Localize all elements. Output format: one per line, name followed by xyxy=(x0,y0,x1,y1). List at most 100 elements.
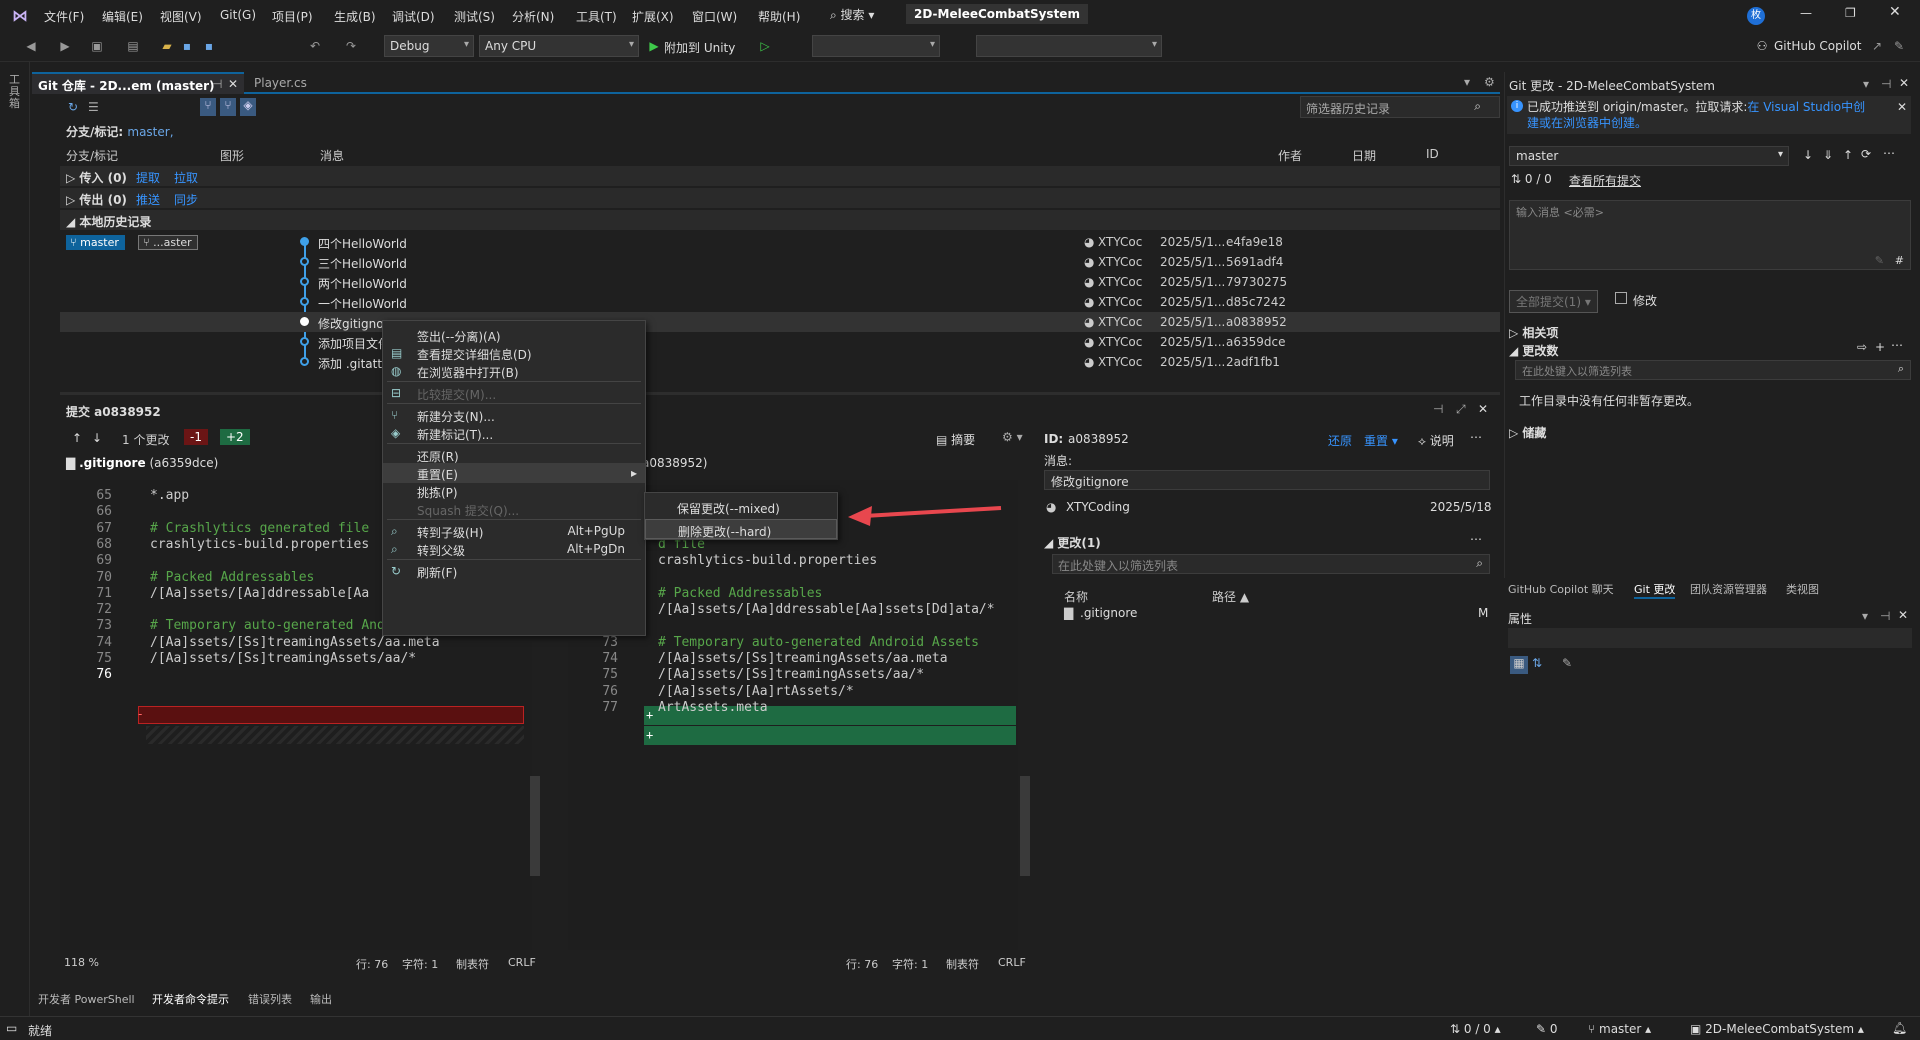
pull-link[interactable]: 拉取 xyxy=(174,169,198,186)
menu-item-4[interactable]: 项目(P) xyxy=(272,8,313,25)
context-menu-item-1[interactable]: 查看提交详细信息(D) ▤ xyxy=(383,343,645,363)
col-name[interactable]: 名称 xyxy=(1064,588,1088,605)
commit-row[interactable]: 四个HelloWorld XTYCoc 2025/5/1... e4fa9e18 ◕ xyxy=(60,232,1500,252)
diff-file-name[interactable]: .gitignore xyxy=(79,456,146,470)
stash-header[interactable]: ▷ 储藏 xyxy=(1509,424,1546,441)
commit-row[interactable]: 添加项目文件 XTYCoc 2025/5/1... a6359dce ◕ xyxy=(60,332,1500,352)
menu-item-2[interactable]: 视图(V) xyxy=(160,8,202,25)
incoming-row[interactable]: ▷ 传入 (0) 提取 拉取 xyxy=(60,166,1500,186)
context-menu-item-2[interactable]: 在浏览器中打开(B) ◍ xyxy=(383,361,645,381)
col-date[interactable]: 日期 xyxy=(1352,147,1376,164)
create-in-browser-link[interactable]: 建或在浏览器中创建。 xyxy=(1527,116,1647,130)
context-menu-item-11[interactable]: 转到父级 ⌕ Alt+PgDn xyxy=(383,539,645,559)
pin-panel-icon[interactable]: ⊣ xyxy=(1433,402,1443,416)
hash-icon[interactable]: # xyxy=(1895,254,1904,267)
menu-item-11[interactable]: 窗口(W) xyxy=(692,8,737,25)
col-graph[interactable]: 图形 xyxy=(220,147,244,164)
menu-item-8[interactable]: 分析(N) xyxy=(512,8,554,25)
related-items-header[interactable]: ▷ 相关项 xyxy=(1509,324,1558,341)
status-repository[interactable]: ▣ 2D-MeleeCombatSystem ▴ xyxy=(1690,1022,1864,1036)
branch-filter-value[interactable]: master, xyxy=(127,125,173,139)
history-filter-input[interactable]: 筛选器历史记录 ⌕ xyxy=(1300,96,1500,118)
view-all-commits-link[interactable]: 查看所有提交 xyxy=(1569,172,1641,189)
sync-link[interactable]: 同步 xyxy=(174,191,198,208)
tab-team-explorer[interactable]: 团队资源管理器 xyxy=(1690,581,1767,597)
create-in-vs-link[interactable]: 在 Visual Studio中创 xyxy=(1747,100,1865,114)
right-eol-mode[interactable]: CRLF xyxy=(998,956,1026,969)
save-icon[interactable]: ▪ xyxy=(180,39,194,53)
menu-item-7[interactable]: 测试(S) xyxy=(454,8,495,25)
context-menu-item-4[interactable]: 新建分支(N)... ⑂ xyxy=(383,405,645,425)
tag-toggle-icon[interactable]: ◈ xyxy=(240,98,256,116)
tab-overflow-icon[interactable]: ▾ xyxy=(1464,75,1470,89)
commit-row[interactable]: 一个HelloWorld XTYCoc 2025/5/1... d85c7242 ◕ xyxy=(60,292,1500,312)
commit-row[interactable]: 添加 .gitattr XTYCoc 2025/5/1... 2adf1fb1 ◕ xyxy=(60,352,1500,372)
banner-close-icon[interactable]: ✕ xyxy=(1897,99,1907,115)
maximize-button[interactable]: ❐ xyxy=(1845,6,1856,20)
col-author[interactable]: 作者 xyxy=(1278,147,1302,164)
summary-button[interactable]: ▤ 摘要 xyxy=(936,431,975,448)
git-changes-pin-icon[interactable]: ⊣ xyxy=(1881,77,1891,91)
menu-item-12[interactable]: 帮助(H) xyxy=(758,8,800,25)
menu-item-6[interactable]: 调试(D) xyxy=(392,8,435,25)
attach-unity-button[interactable]: 附加到 Unity xyxy=(664,39,735,56)
properties-close-icon[interactable]: ✕ xyxy=(1898,608,1908,622)
message-box[interactable]: 修改gitignore xyxy=(1044,470,1490,490)
status-branch[interactable]: ⑂ master ▴ xyxy=(1588,1022,1651,1036)
changes-filter-input[interactable]: 在此处键入以筛选列表 ⌕ xyxy=(1052,554,1490,574)
pin-icon[interactable]: ⊣ xyxy=(212,77,222,91)
stage-icon[interactable]: ⇨ xyxy=(1857,340,1867,354)
configuration-select[interactable]: Debug xyxy=(384,35,474,57)
forward-icon[interactable]: ▶ xyxy=(58,39,72,53)
commit-row[interactable]: 三个HelloWorld XTYCoc 2025/5/1... 5691adf4 ◕ xyxy=(60,252,1500,272)
changes-section-header[interactable]: ◢ 更改数 xyxy=(1509,342,1558,359)
git-changes-filter-input[interactable]: 在此处键入以筛选列表 ⌕ xyxy=(1515,360,1911,380)
git-changes-close-icon[interactable]: ✕ xyxy=(1899,76,1909,90)
menu-item-0[interactable]: 文件(F) xyxy=(44,8,84,25)
context-menu-item-7[interactable]: 重置(E) ▸ xyxy=(383,463,645,483)
notifications-icon[interactable]: 🔔︎ xyxy=(1892,1021,1907,1035)
col-path[interactable]: 路径 ▲ xyxy=(1212,588,1249,605)
feedback-icon[interactable]: ✎ xyxy=(1892,39,1906,53)
tab-error-list[interactable]: 错误列表 xyxy=(248,991,292,1007)
revert-link[interactable]: 还原 xyxy=(1328,432,1352,449)
property-pages-icon[interactable]: ✎ xyxy=(1562,656,1572,670)
git-changes-dropdown-icon[interactable]: ▾ xyxy=(1863,77,1869,91)
changes-more-options-icon[interactable]: ⋯ xyxy=(1891,338,1903,352)
push-link[interactable]: 推送 xyxy=(136,191,160,208)
fetch-link[interactable]: 提取 xyxy=(136,169,160,186)
platform-select[interactable]: Any CPU xyxy=(479,35,639,57)
context-menu-item-8[interactable]: 挑拣(P) xyxy=(383,481,645,501)
target-select[interactable] xyxy=(812,35,940,57)
branch-select[interactable]: master ▾ xyxy=(1509,146,1789,166)
history-splitter[interactable] xyxy=(60,392,1500,395)
right-tab-mode[interactable]: 制表符 xyxy=(946,956,979,972)
next-change-icon[interactable]: ↓ xyxy=(92,431,102,445)
vs-logo-icon[interactable]: ⋈ xyxy=(12,6,32,25)
outgoing-row[interactable]: ▷ 传出 (0) 推送 同步 xyxy=(60,188,1500,208)
commit-message-input[interactable]: 输入消息 <必需> ✎ # xyxy=(1509,200,1911,270)
startup-select[interactable] xyxy=(976,35,1162,57)
tab-mode[interactable]: 制表符 xyxy=(456,956,489,972)
profile-avatar[interactable]: 枚 xyxy=(1747,7,1765,25)
zoom-level[interactable]: 118 % xyxy=(64,956,99,969)
open-folder-icon[interactable]: ▰ xyxy=(160,39,174,53)
tab-player-cs[interactable]: Player.cs xyxy=(248,72,313,94)
status-pending-changes[interactable]: ✎ 0 xyxy=(1536,1022,1558,1036)
changes-header[interactable]: ◢ 更改(1) xyxy=(1044,534,1101,551)
categorized-icon[interactable]: ▦ xyxy=(1510,656,1528,674)
git-more-icon[interactable]: ⋯ xyxy=(1883,146,1895,160)
search-box[interactable]: ⌕ 搜索 ▾ xyxy=(830,6,874,23)
share-icon[interactable]: ↗ xyxy=(1870,39,1884,53)
tab-git-repository[interactable]: Git 仓库 - 2D...em (master) ⊣ ✕ xyxy=(32,72,244,94)
menu-item-5[interactable]: 生成(B) xyxy=(334,8,376,25)
commit-row[interactable]: 修改gitignore XTYCoc 2025/5/1... a0838952 ◕ xyxy=(60,312,1500,332)
tab-output[interactable]: 输出 xyxy=(310,991,332,1007)
properties-object-select[interactable] xyxy=(1508,628,1912,648)
reset-link[interactable]: 重置 ▾ xyxy=(1364,432,1398,449)
prev-change-icon[interactable]: ↑ xyxy=(72,431,82,445)
changes-more-icon[interactable]: ⋯ xyxy=(1470,532,1482,546)
menu-item-10[interactable]: 扩展(X) xyxy=(632,8,674,25)
save-all-icon[interactable]: ▪ xyxy=(202,39,216,53)
push-icon[interactable]: ↑ xyxy=(1843,148,1853,162)
